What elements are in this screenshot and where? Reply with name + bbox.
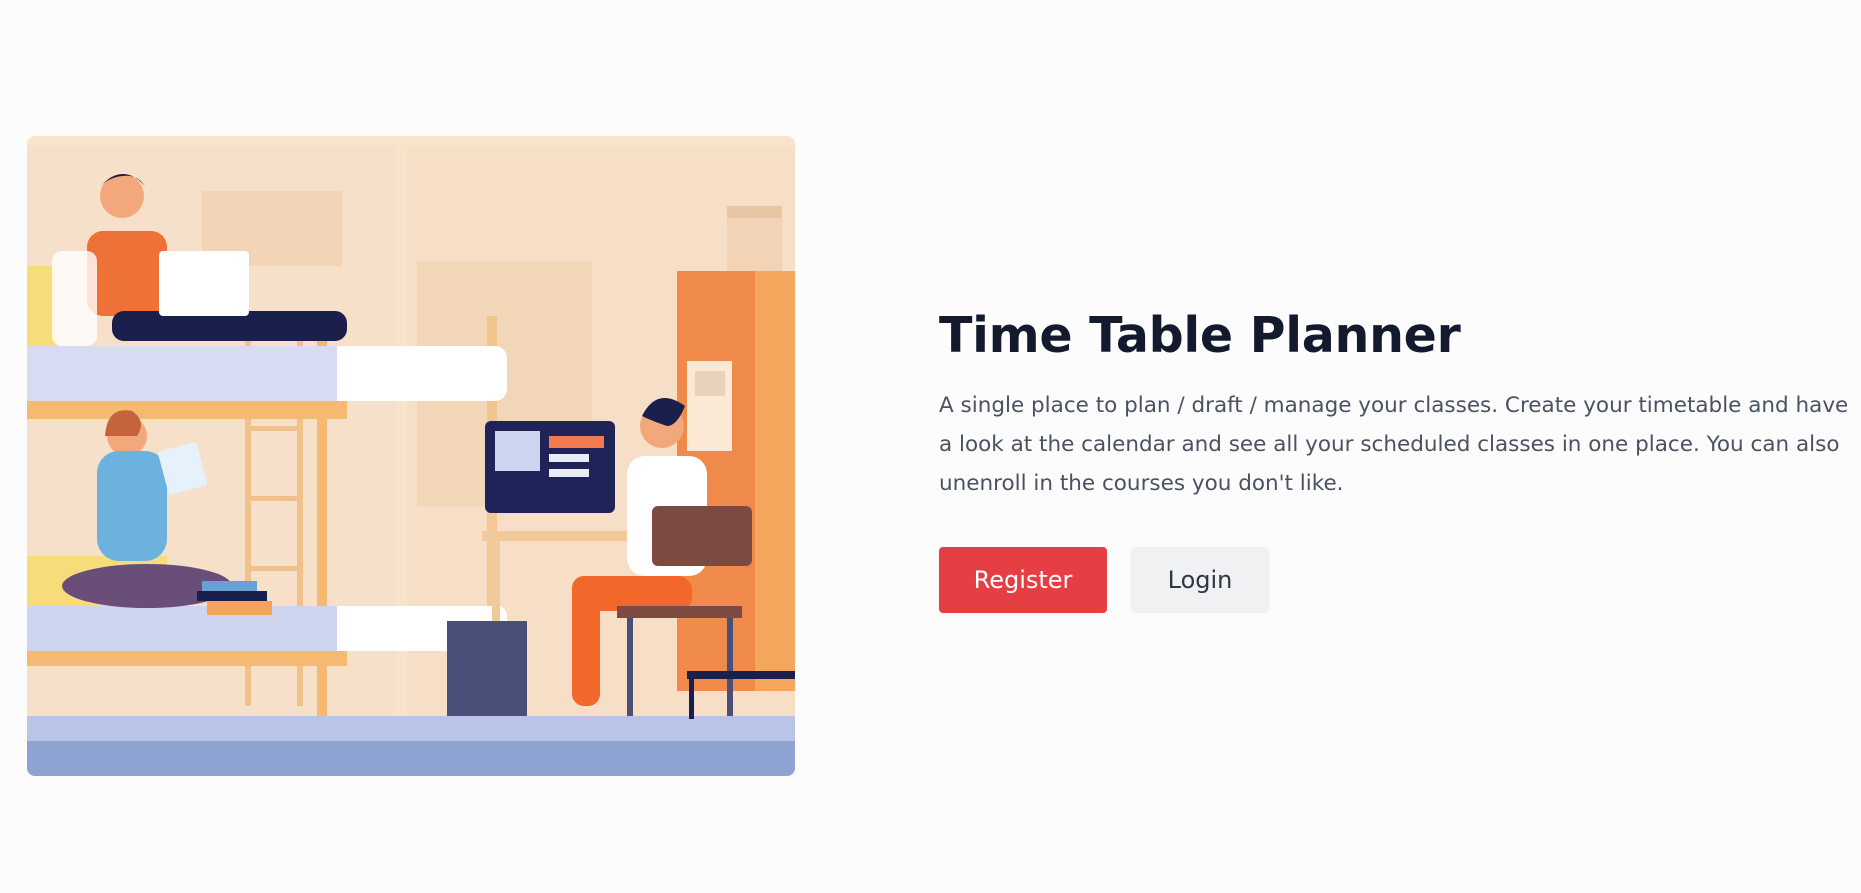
- action-buttons: Register Login: [939, 547, 1849, 613]
- dorm-room-illustration: [27, 136, 795, 776]
- page-title: Time Table Planner: [939, 307, 1461, 364]
- landing-page: Time Table Planner A single place to pla…: [0, 0, 1861, 893]
- hero-content: Time Table Planner A single place to pla…: [939, 300, 1849, 613]
- page-description: A single place to plan / draft / manage …: [939, 393, 1849, 496]
- login-button[interactable]: Login: [1131, 547, 1269, 613]
- register-button[interactable]: Register: [939, 547, 1107, 613]
- hero-illustration: [27, 136, 795, 776]
